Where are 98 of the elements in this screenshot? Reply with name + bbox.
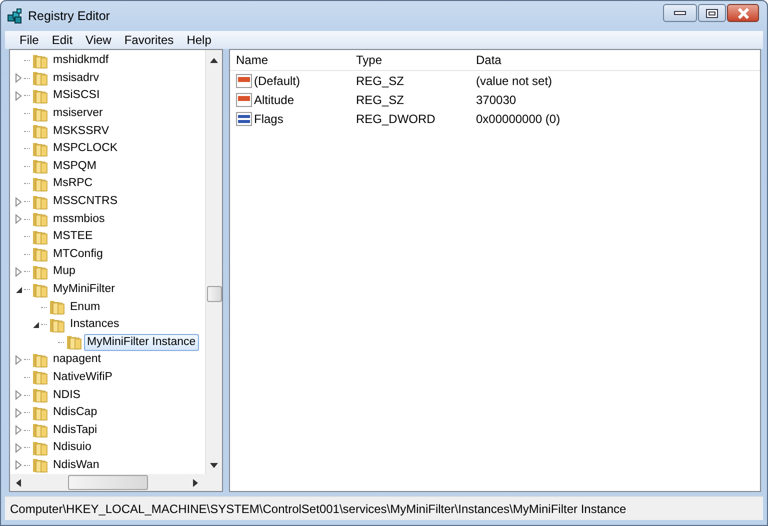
folder-icon [32,70,48,86]
collapsed-arrow-icon[interactable] [14,460,24,470]
tree-item[interactable]: MSiSCSI [50,87,103,104]
menu-item[interactable]: View [79,32,118,48]
tree-item[interactable]: Enum [67,298,104,316]
horizontal-scrollbar[interactable] [10,474,222,491]
value-type: REG_SZ [356,92,404,106]
vertical-scrollbar[interactable] [205,50,222,474]
tree-item[interactable]: MTConfig [50,246,106,263]
value-data: 0x00000000 (0) [476,112,560,126]
folder-icon [66,334,82,350]
tree-item[interactable]: mshidkmdf [50,52,112,70]
expanded-arrow-icon[interactable] [31,320,41,330]
folder-icon [32,106,48,122]
minimize-button[interactable] [663,4,697,22]
menu-item[interactable]: File [13,32,46,48]
scroll-thumb[interactable] [207,286,222,302]
string-value-icon [236,72,252,88]
collapsed-arrow-icon[interactable] [14,390,24,400]
folder-icon [32,369,48,386]
collapsed-arrow-icon[interactable] [14,354,24,365]
maximize-icon [706,8,718,18]
folder-icon [32,140,48,157]
tree-item[interactable]: NdisCap [50,404,100,422]
collapsed-arrow-icon[interactable] [14,266,24,277]
tree-item[interactable]: msisadrv [50,70,102,87]
tree-item[interactable]: MSKSSRV [50,122,112,140]
collapsed-arrow-icon[interactable] [14,196,24,207]
folder-icon [32,404,48,421]
folder-icon [32,457,48,474]
value-data: (value not set) [476,74,552,88]
tree-item[interactable]: NdisWan [50,456,102,474]
folder-icon [32,228,48,245]
column-header[interactable]: Name [236,51,268,69]
folder-icon [32,88,48,104]
tree-item[interactable]: MSSCNTRS [50,193,121,210]
folder-icon [32,352,48,368]
value-name[interactable]: Flags [254,110,284,128]
window-title: Registry Editor [28,8,110,25]
folder-icon [32,123,48,140]
column-header[interactable]: Data [476,53,502,67]
scroll-up-icon[interactable] [210,58,218,63]
tree-item[interactable]: Mup [50,263,78,280]
binary-value-icon [236,110,252,126]
collapsed-arrow-icon[interactable] [14,425,24,436]
folder-icon [32,194,48,210]
tree-item[interactable]: napagent [50,351,104,368]
folder-icon [32,422,48,438]
value-data: 370030 [476,92,516,106]
menu-item[interactable]: Edit [45,32,80,48]
scroll-down-icon[interactable] [210,463,218,468]
tree-item[interactable]: MSPQM [50,158,100,175]
maximize-button[interactable] [698,4,726,22]
folder-icon [32,158,48,174]
tree-item[interactable]: NdisTapi [50,422,100,439]
tree-item[interactable]: NativeWifiP [50,368,116,386]
close-icon [736,8,750,18]
scroll-left-icon[interactable] [16,479,21,487]
tree-item[interactable]: Ndisuio [50,439,94,456]
folder-icon [32,211,48,228]
tree-item[interactable]: MSPCLOCK [50,140,121,158]
folder-icon [32,282,48,298]
folder-icon [32,246,48,262]
status-path: Computer\HKEY_LOCAL_MACHINE\SYSTEM\ControlSet001\services\MyMiniFilter\Instances\MyMiniFilter Instance [10,500,626,518]
collapsed-arrow-icon[interactable] [14,90,24,101]
value-name[interactable]: (Default) [254,72,300,90]
collapsed-arrow-icon[interactable] [14,214,24,224]
expanded-arrow-icon[interactable] [14,284,24,295]
folder-icon [32,52,48,69]
tree-item[interactable]: Instances [67,316,122,334]
tree-item[interactable]: MsRPC [50,175,96,192]
tree-item[interactable]: MSTEE [50,228,96,246]
value-name[interactable]: Altitude [254,90,294,108]
collapsed-arrow-icon[interactable] [14,73,24,84]
column-header[interactable]: Type [356,53,382,67]
folder-icon [49,316,65,333]
collapsed-arrow-icon[interactable] [14,408,24,418]
string-value-icon [236,92,252,108]
tree-item[interactable]: msiserver [50,105,106,122]
folder-icon [32,440,48,456]
tree-item[interactable]: mssmbios [50,210,108,228]
tree-item[interactable]: MyMiniFilter Instance [84,334,199,351]
folder-icon [32,176,48,192]
minimize-icon [674,11,686,15]
tree-item[interactable]: MyMiniFilter [50,281,118,298]
value-type: REG_SZ [356,74,404,88]
tree-item[interactable]: NDIS [50,386,84,404]
collapsed-arrow-icon[interactable] [14,442,24,453]
menu-item[interactable]: Favorites [118,32,180,48]
scroll-thumb[interactable] [68,475,148,490]
value-type: REG_DWORD [356,112,436,126]
registry-cubes-icon [7,8,23,24]
menu-item[interactable]: Help [180,32,218,48]
folder-icon [32,387,48,404]
folder-icon [32,264,48,280]
folder-icon [49,299,65,316]
close-button[interactable] [727,4,759,22]
scroll-right-icon[interactable] [193,479,198,487]
